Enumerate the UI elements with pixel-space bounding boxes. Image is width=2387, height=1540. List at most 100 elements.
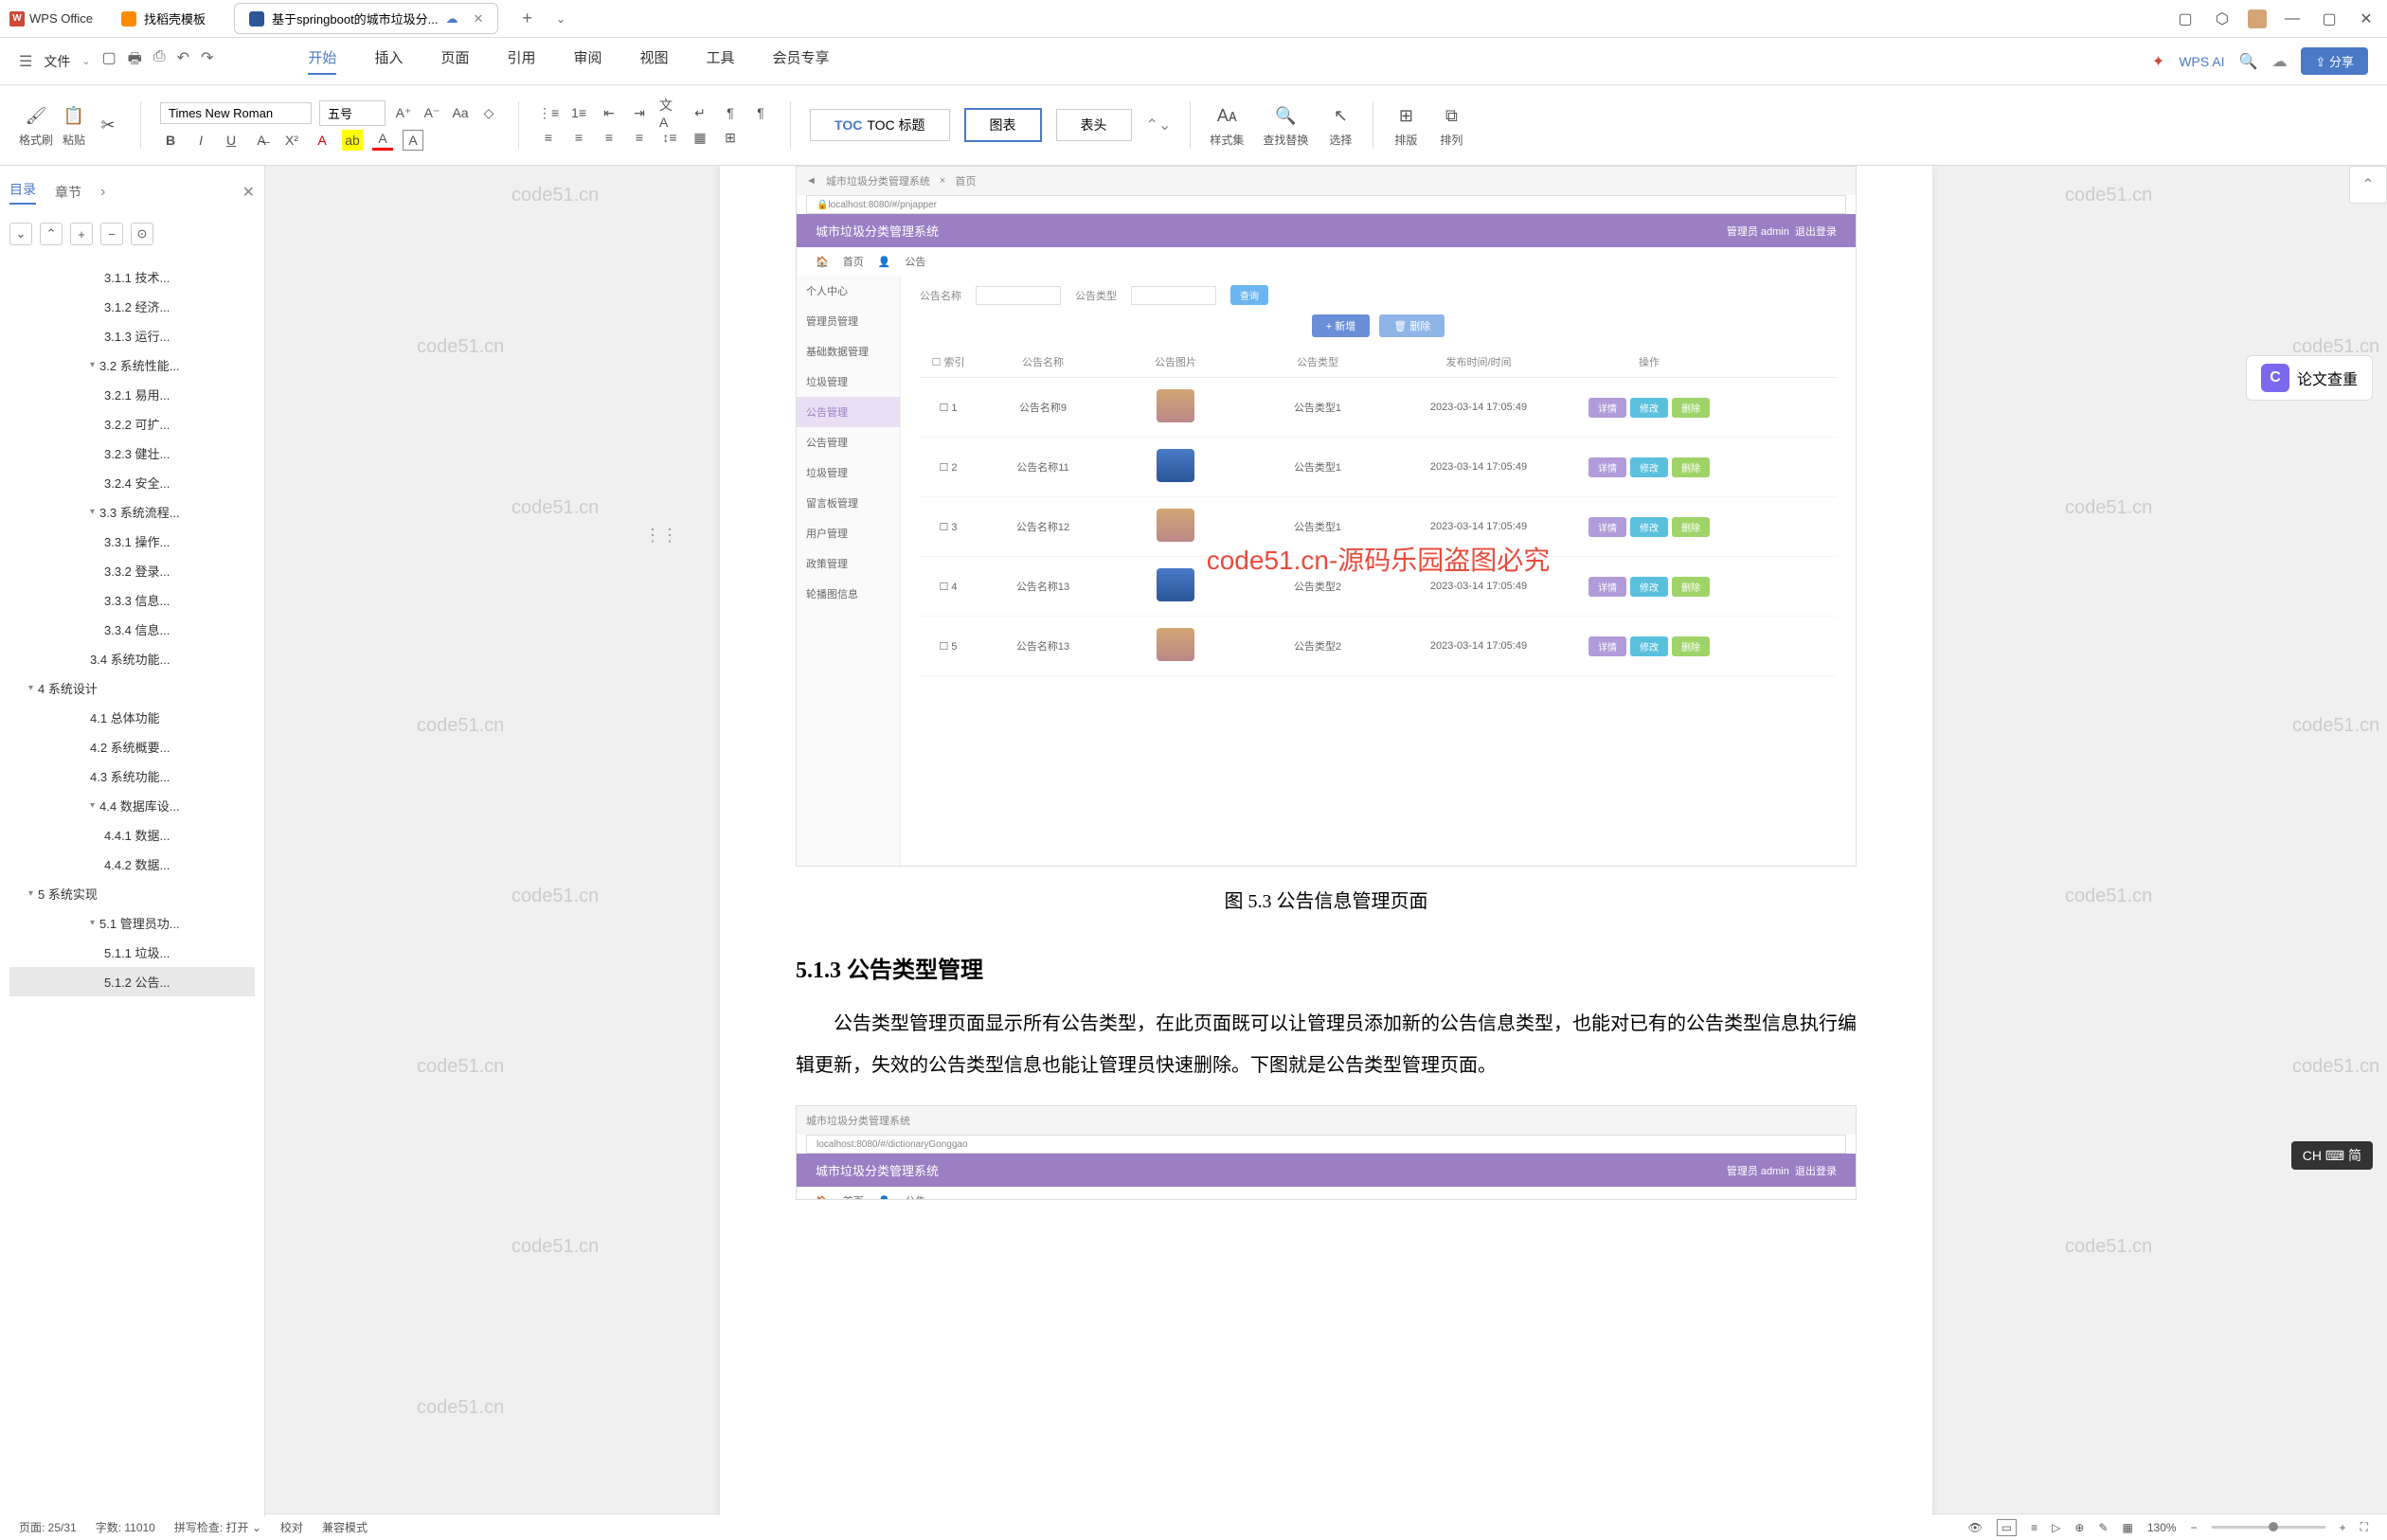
expand-icon[interactable]: ▾ [90,507,95,517]
increase-indent-button[interactable]: ⇥ [629,102,650,123]
style-table-head[interactable]: 表头 [1056,109,1132,141]
underline-button[interactable]: U [221,130,242,151]
superscript-button[interactable]: X² [281,130,302,151]
arrange-button[interactable]: ⧉排列 [1438,102,1464,148]
outline-item[interactable]: ▾3.2 系统性能... [9,350,255,380]
share-button[interactable]: ⇪ 分享 [2301,47,2368,75]
page-indicator[interactable]: 页面: 25/31 [19,1519,77,1535]
collapse-icon[interactable]: ⌄ [9,223,32,245]
app-logo[interactable]: W WPS Office [9,11,93,27]
line-break-button[interactable]: ↵ [690,102,710,123]
tab-tools[interactable]: 工具 [707,47,735,75]
spellcheck-status[interactable]: 拼写检查: 打开 ⌄ [174,1519,261,1535]
tab-add-button[interactable]: + [522,9,532,28]
outline-item[interactable]: 3.2.2 可扩... [9,409,255,439]
outline-item[interactable]: 3.1.2 经济... [9,292,255,321]
tab-insert[interactable]: 插入 [374,47,403,75]
tab-document-active[interactable]: 基于springboot的城市垃圾分... ☁ ✕ [234,3,498,34]
tab-page[interactable]: 页面 [440,47,469,75]
numbering-button[interactable]: 1≡ [568,102,589,123]
view-print-icon[interactable]: ▦ [2123,1521,2133,1534]
outline-item[interactable]: 3.1.3 运行... [9,321,255,350]
zoom-out-icon[interactable]: − [2191,1521,2198,1534]
style-nav-icon[interactable]: ⌃⌄ [1146,116,1172,134]
text-color-button[interactable]: A [372,130,393,151]
preview-icon[interactable]: ⎙ [153,48,166,74]
outline-item[interactable]: 5.1.2 公告... [9,967,255,996]
outline-item[interactable]: ▾4 系统设计 [9,673,255,703]
change-case-icon[interactable]: Aa [450,102,471,123]
tab-review[interactable]: 审阅 [573,47,601,75]
paste-button[interactable]: 📋粘贴 [61,102,87,148]
proofread-status[interactable]: 校对 [280,1519,303,1535]
view-outline-icon[interactable]: ≡ [2031,1521,2037,1534]
char-border-button[interactable]: A [403,130,423,151]
outline-close-icon[interactable]: ✕ [242,183,255,202]
style-chart[interactable]: 图表 [964,108,1042,142]
outline-item[interactable]: 4.4.2 数据... [9,850,255,879]
decrease-font-icon[interactable]: A⁻ [422,102,442,123]
outline-item[interactable]: 4.3 系统功能... [9,761,255,791]
tab-templates[interactable]: 找稻壳模板 [107,4,220,33]
outline-item[interactable]: 3.3.1 操作... [9,527,255,556]
outline-item[interactable]: 3.2.3 健壮... [9,439,255,468]
paper-check-button[interactable]: C 论文查重 [2246,355,2373,401]
paragraph-icon[interactable]: ¶ [720,102,741,123]
clear-format-icon[interactable]: ◇ [478,102,499,123]
show-marks-icon[interactable]: ¶ [750,102,771,123]
outline-tab-chapter[interactable]: 章节 [55,183,81,202]
line-spacing-button[interactable]: ↕≡ [659,127,680,148]
view-web-icon[interactable]: ⊕ [2074,1521,2084,1534]
view-draft-icon[interactable]: ✎ [2098,1521,2108,1534]
view-page-icon[interactable]: ▭ [1997,1519,2017,1536]
justify-button[interactable]: ≡ [629,127,650,148]
compat-mode[interactable]: 兼容模式 [322,1519,368,1535]
tab-dropdown-icon[interactable]: ⌄ [556,12,565,26]
style-set-button[interactable]: Aᴀ样式集 [1210,102,1244,148]
decrease-indent-button[interactable]: ⇤ [599,102,619,123]
new-doc-icon[interactable]: ▢ [102,48,117,74]
outline-tab-toc[interactable]: 目录 [9,180,36,205]
outline-item[interactable]: ▾4.4 数据库设... [9,791,255,820]
chevron-down-icon[interactable]: ⌄ [81,55,90,67]
undo-icon[interactable]: ↶ [177,48,189,74]
outline-nav-icon[interactable]: › [100,184,105,201]
outline-item[interactable]: 3.3.4 信息... [9,615,255,644]
outline-item[interactable]: ▾3.3 系统流程... [9,497,255,527]
font-size-select[interactable]: 五号 [319,100,386,126]
expand-icon[interactable]: ▾ [90,360,95,370]
avatar-icon[interactable] [2248,9,2267,28]
bold-button[interactable]: B [160,130,181,151]
document-viewport[interactable]: ◄ 城市垃圾分类管理系统 × 首页 🔒 localhost:8080/#/pnj… [265,166,2387,1516]
expand-icon[interactable]: ▾ [28,683,33,693]
collapse-panel-icon[interactable]: ⌃ [2349,166,2387,204]
zoom-level[interactable]: 130% [2147,1521,2177,1534]
word-count[interactable]: 字数: 11010 [96,1519,155,1535]
layout-button[interactable]: ⊞排版 [1392,102,1419,148]
tab-reference[interactable]: 引用 [507,47,535,75]
print-icon[interactable]: 🖶 [128,48,142,74]
drag-handle-icon[interactable]: ⋮⋮ [644,526,678,546]
outline-item[interactable]: 4.2 系统概要... [9,732,255,761]
italic-button[interactable]: I [190,130,211,151]
expand-icon[interactable]: ▾ [28,888,33,899]
font-color-button[interactable]: A [312,130,332,151]
search-icon[interactable]: 🔍 [2239,52,2258,71]
strikethrough-button[interactable]: A̶ [251,130,272,151]
highlight-button[interactable]: ab [342,130,363,151]
outline-item[interactable]: 3.3.3 信息... [9,585,255,615]
file-menu-button[interactable]: 文件 [44,52,70,71]
style-toc-title[interactable]: TOC TOC 标题 [810,109,950,141]
cut-button[interactable]: ✂ [95,112,121,138]
borders-button[interactable]: ⊞ [720,127,741,148]
fullscreen-icon[interactable]: ⛶ [2360,1520,2368,1534]
zoom-slider[interactable] [2212,1526,2325,1529]
text-direction-button[interactable]: 文A [659,102,680,123]
cloud-sync-icon[interactable]: ☁ [2271,52,2287,71]
outline-item[interactable]: 3.2.4 安全... [9,468,255,497]
menu-icon[interactable]: ☰ [19,52,32,71]
outline-item[interactable]: 3.4 系统功能... [9,644,255,673]
outline-item[interactable]: 3.2.1 易用... [9,380,255,409]
increase-font-icon[interactable]: A⁺ [393,102,414,123]
view-eye-icon[interactable]: 👁 [1968,1521,1983,1534]
